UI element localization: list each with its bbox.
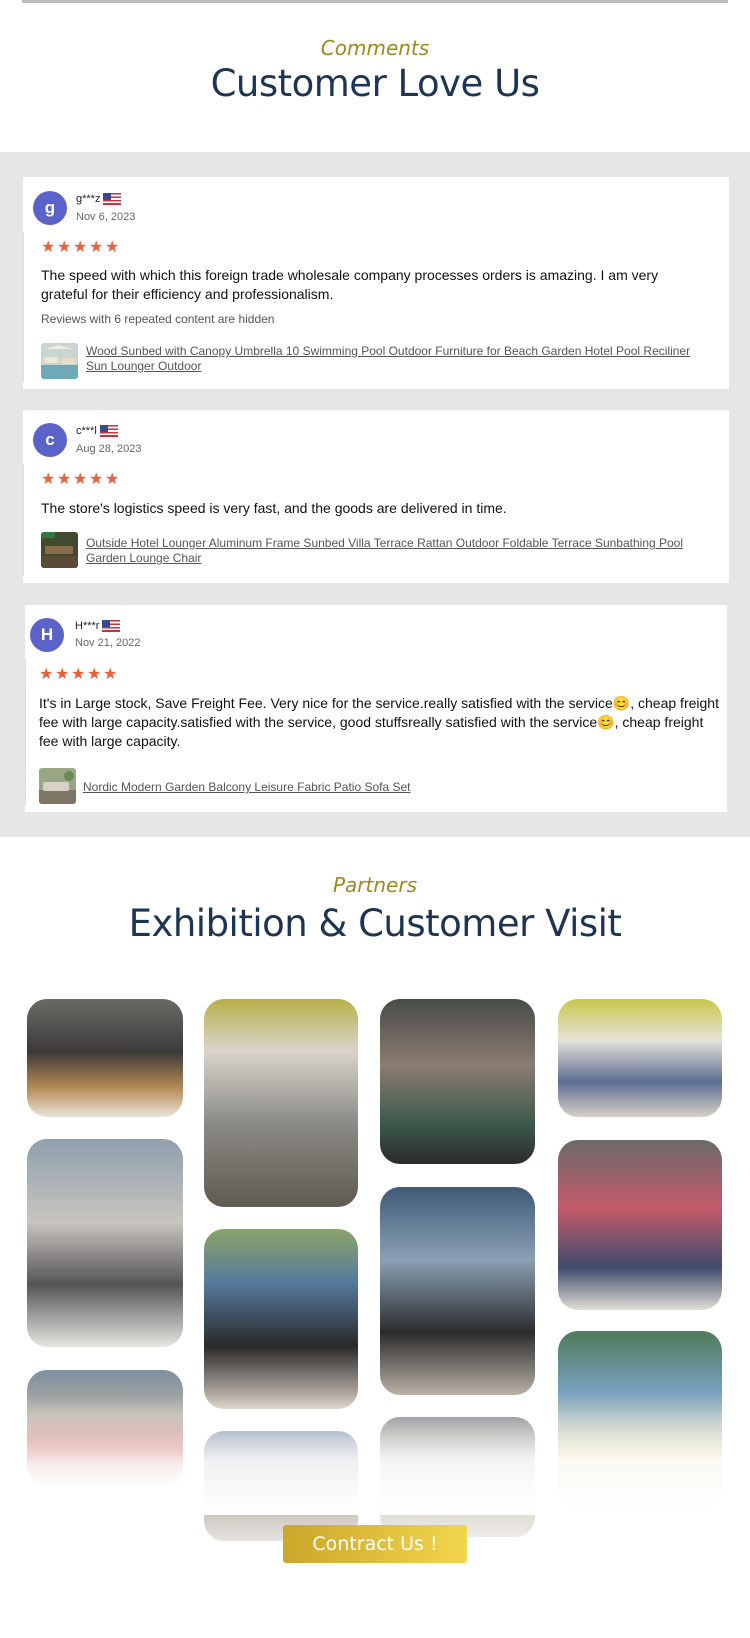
- contact-us-button[interactable]: Contract Us !: [283, 1525, 467, 1563]
- photo-thumbs-up: [204, 1229, 358, 1409]
- review-username: g***z: [76, 193, 122, 205]
- star-icon: ★: [73, 471, 88, 488]
- star-icon: ★: [89, 471, 104, 488]
- star-icon: ★: [87, 666, 102, 683]
- star-icon: ★: [73, 239, 88, 256]
- photo-meeting-sofa: [27, 999, 183, 1117]
- photo-booth-group: [380, 1187, 535, 1395]
- review-divider: [23, 232, 24, 382]
- review-card: g g***z Nov 6, 2023 ★ ★ ★ ★ ★ The speed …: [23, 177, 729, 389]
- top-divider: [22, 0, 728, 3]
- star-rating: ★ ★ ★ ★ ★: [41, 471, 120, 488]
- avatar: g: [33, 191, 67, 225]
- star-icon: ★: [39, 666, 54, 683]
- star-rating: ★ ★ ★ ★ ★: [39, 666, 118, 683]
- review-divider: [25, 659, 26, 805]
- partners-title: Exhibition & Customer Visit: [128, 902, 622, 945]
- photo-booth-chat: [558, 999, 722, 1117]
- review-username: H***r: [75, 620, 121, 632]
- star-icon: ★: [41, 471, 56, 488]
- review-text: The speed with which this foreign trade …: [41, 267, 659, 302]
- star-icon: ★: [57, 239, 72, 256]
- comments-title: Customer Love Us: [210, 62, 540, 105]
- star-icon: ★: [103, 666, 118, 683]
- photo-selfie: [380, 999, 535, 1164]
- photo-catalog-review: [204, 999, 358, 1207]
- star-icon: ★: [89, 239, 104, 256]
- product-link[interactable]: Outside Hotel Lounger Aluminum Frame Sun…: [86, 536, 706, 566]
- product-link[interactable]: Wood Sunbed with Canopy Umbrella 10 Swim…: [86, 344, 706, 374]
- product-link[interactable]: Nordic Modern Garden Balcony Leisure Fab…: [83, 780, 703, 795]
- review-date: Nov 6, 2023: [76, 211, 136, 223]
- review-text: The store's logistics speed is very fast…: [41, 500, 507, 516]
- username-text: H***r: [75, 620, 100, 632]
- review-date: Aug 28, 2023: [76, 443, 142, 455]
- star-icon: ★: [105, 471, 120, 488]
- us-flag-icon: [103, 193, 122, 205]
- star-icon: ★: [41, 239, 56, 256]
- star-rating: ★ ★ ★ ★ ★: [41, 239, 120, 256]
- star-icon: ★: [71, 666, 86, 683]
- review-card: c c***l Aug 28, 2023 ★ ★ ★ ★ ★ The store…: [23, 410, 729, 583]
- photo-visitor-sofa: [558, 1140, 722, 1310]
- product-thumbnail[interactable]: [41, 343, 78, 379]
- star-icon: ★: [57, 471, 72, 488]
- avatar: c: [33, 423, 67, 457]
- photo-fade-overlay: [0, 1395, 750, 1515]
- star-icon: ★: [55, 666, 70, 683]
- us-flag-icon: [99, 425, 118, 437]
- star-icon: ★: [105, 239, 120, 256]
- comments-subtitle: Comments: [320, 36, 430, 60]
- username-text: c***l: [76, 425, 97, 437]
- us-flag-icon: [102, 620, 121, 632]
- partners-subtitle: Partners: [332, 873, 417, 897]
- review-username: c***l: [76, 425, 118, 437]
- review-card: H H***r Nov 21, 2022 ★ ★ ★ ★ ★ It's in L…: [25, 605, 727, 812]
- hidden-reviews-note: Reviews with 6 repeated content are hidd…: [41, 312, 275, 326]
- review-divider: [23, 464, 24, 576]
- avatar: H: [30, 618, 64, 652]
- review-text: It's in Large stock, Save Freight Fee. V…: [39, 695, 719, 749]
- product-thumbnail[interactable]: [39, 768, 76, 804]
- review-date: Nov 21, 2022: [75, 637, 141, 649]
- photo-brochure-table: [27, 1139, 183, 1347]
- product-thumbnail[interactable]: [41, 532, 78, 568]
- username-text: g***z: [76, 193, 101, 205]
